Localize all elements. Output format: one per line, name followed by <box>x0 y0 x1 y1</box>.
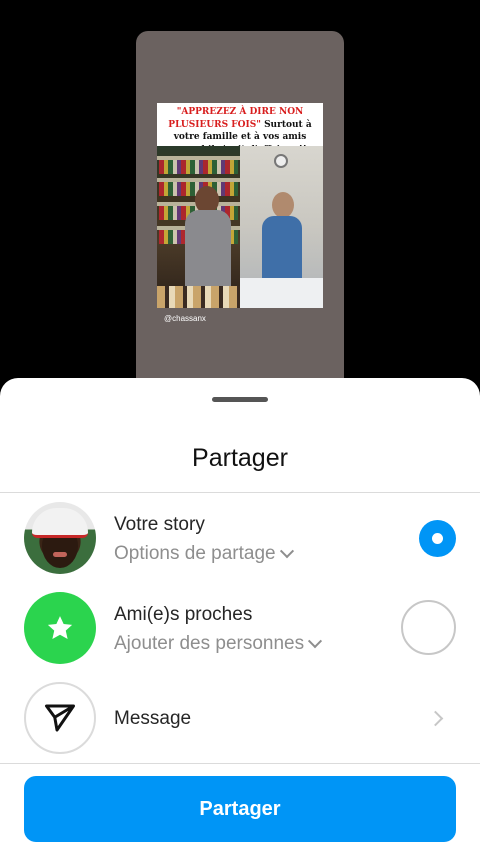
star-icon <box>47 616 73 639</box>
option-title: Ami(e)s proches <box>114 604 253 625</box>
chevron-down-icon <box>308 634 323 649</box>
person-figure <box>262 192 302 282</box>
message-avatar <box>24 682 96 754</box>
chevron-down-icon <box>279 544 294 559</box>
post-photo <box>157 146 323 308</box>
option-title: Message <box>114 708 192 729</box>
radio-unselected[interactable] <box>401 600 456 655</box>
divider <box>0 763 480 764</box>
screen: "APPREZEZ À DIRE NON PLUSIEURS FOIS" Sur… <box>0 0 480 854</box>
photo-shop-owner <box>157 146 240 308</box>
chevron-right-icon <box>427 710 444 727</box>
option-title: Votre story <box>114 514 205 535</box>
option-subtitle: Ajouter des personnes <box>114 633 305 654</box>
profile-avatar <box>24 502 96 574</box>
post-handle: @chassanx <box>164 314 206 323</box>
option-close-friends[interactable]: Ami(e)s proches Ajouter des personnes <box>0 588 480 668</box>
sheet-title: Partager <box>192 444 288 472</box>
radio-selected[interactable] <box>419 520 456 557</box>
story-preview: "APPREZEZ À DIRE NON PLUSIEURS FOIS" Sur… <box>136 31 344 411</box>
option-your-story[interactable]: Votre story Options de partage <box>0 498 480 578</box>
option-subtitle: Options de partage <box>114 543 276 564</box>
add-people-link[interactable]: Ajouter des personnes <box>114 633 323 655</box>
share-button[interactable]: Partager <box>24 776 456 842</box>
option-message[interactable]: Message <box>0 678 480 758</box>
sharing-options-link[interactable]: Options de partage <box>114 543 294 565</box>
sheet-drag-handle[interactable] <box>212 397 268 402</box>
photo-counter-man <box>240 146 323 308</box>
close-friends-avatar <box>24 592 96 664</box>
clock-icon <box>274 154 288 168</box>
divider <box>0 492 480 493</box>
share-bottom-sheet: Partager Votre story Options de partage … <box>0 378 480 854</box>
paper-plane-icon <box>45 704 75 732</box>
